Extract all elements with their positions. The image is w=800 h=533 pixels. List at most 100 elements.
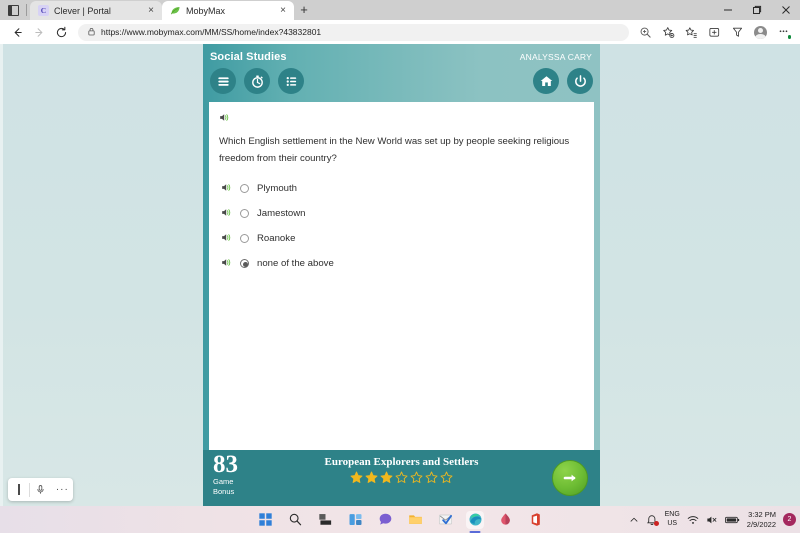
- add-favorite-icon[interactable]: [658, 22, 679, 43]
- question-text: Which English settlement in the New Worl…: [219, 134, 574, 167]
- browser-tool-icons: [635, 22, 794, 43]
- tab-close-button[interactable]: ×: [277, 5, 289, 17]
- file-explorer-icon[interactable]: [406, 511, 424, 529]
- profile-avatar-icon[interactable]: [750, 22, 771, 43]
- clock[interactable]: 3:32 PM 2/9/2022: [747, 510, 776, 529]
- notification-count-badge[interactable]: 2: [783, 513, 796, 526]
- app-header-right-buttons: [533, 68, 593, 94]
- timer-icon[interactable]: [244, 68, 270, 94]
- speaker-icon[interactable]: [221, 230, 232, 248]
- search-icon[interactable]: [286, 511, 304, 529]
- minimize-button[interactable]: [713, 0, 742, 20]
- language-line2: US: [665, 520, 680, 529]
- star-empty-icon: [440, 471, 453, 484]
- tab-list-icon: [8, 5, 19, 16]
- battery-icon[interactable]: [725, 515, 740, 525]
- start-icon[interactable]: [256, 511, 274, 529]
- windows-taskbar: ENG US 3:32 PM 2/9/2022 2: [0, 506, 800, 533]
- browser-tab-clever[interactable]: C Clever | Portal ×: [30, 1, 162, 20]
- system-tray: ENG US 3:32 PM 2/9/2022 2: [629, 506, 796, 533]
- clock-time: 3:32 PM: [747, 510, 776, 520]
- app-subject-title: Social Studies: [210, 51, 287, 63]
- collections-icon[interactable]: [704, 22, 725, 43]
- speaker-icon[interactable]: [221, 180, 232, 198]
- microphone-icon[interactable]: [30, 478, 51, 501]
- app-user-name: ANALYSSA CARY: [520, 52, 592, 62]
- speaker-icon[interactable]: [221, 205, 232, 223]
- language-line1: ENG: [665, 511, 680, 520]
- back-arrow-icon[interactable]: [6, 21, 28, 43]
- app-header: Social Studies ANALYSSA CARY: [203, 44, 600, 102]
- star-filled-icon: [365, 471, 378, 484]
- new-tab-button[interactable]: +: [294, 0, 314, 20]
- list-icon[interactable]: [278, 68, 304, 94]
- wifi-icon[interactable]: [687, 514, 699, 526]
- clever-c-icon: C: [38, 5, 49, 16]
- answer-option-label: Plymouth: [257, 183, 297, 194]
- answer-option-none-of-the-above[interactable]: none of the above: [219, 251, 584, 276]
- answer-options-list: Plymouth Jamestown Roa: [219, 176, 584, 276]
- speaker-icon[interactable]: [221, 255, 232, 273]
- volume-muted-icon[interactable]: [706, 514, 718, 526]
- notification-icon[interactable]: [646, 514, 658, 526]
- radio-button[interactable]: [240, 209, 249, 218]
- tab-title: Clever | Portal: [54, 6, 140, 16]
- clock-date: 2/9/2022: [747, 520, 776, 530]
- browser-tab-mobymax[interactable]: MobyMax ×: [162, 1, 294, 20]
- tab-title: MobyMax: [186, 6, 272, 16]
- mail-icon[interactable]: [436, 511, 454, 529]
- progress-stars: [203, 471, 600, 484]
- office-icon[interactable]: [526, 511, 544, 529]
- app-header-left-buttons: [210, 68, 304, 94]
- next-arrow-button[interactable]: [552, 460, 588, 496]
- star-empty-icon: [410, 471, 423, 484]
- power-icon[interactable]: [567, 68, 593, 94]
- more-options-icon[interactable]: ···: [52, 478, 73, 501]
- widgets-icon[interactable]: [346, 511, 364, 529]
- answer-option-jamestown[interactable]: Jamestown: [219, 201, 584, 226]
- floating-input-toolbar[interactable]: ···: [8, 478, 73, 501]
- star-filled-icon: [350, 471, 363, 484]
- zoom-icon[interactable]: [635, 22, 656, 43]
- text-caret-icon[interactable]: [8, 478, 29, 501]
- split-screen-icon[interactable]: [727, 22, 748, 43]
- answer-option-plymouth[interactable]: Plymouth: [219, 176, 584, 201]
- menu-icon[interactable]: [210, 68, 236, 94]
- answer-option-roanoke[interactable]: Roanoke: [219, 226, 584, 251]
- game-bonus-label-line2: Bonus: [213, 487, 238, 497]
- topic-title: European Explorers and Settlers: [203, 456, 600, 468]
- forward-arrow-icon: [28, 21, 50, 43]
- update-badge-icon: [787, 34, 793, 40]
- chat-icon[interactable]: [376, 511, 394, 529]
- tab-search-button[interactable]: [0, 0, 26, 20]
- web-page-content: Social Studies ANALYSSA CARY: [0, 44, 800, 506]
- tab-close-button[interactable]: ×: [145, 5, 157, 17]
- question-card: Which English settlement in the New Worl…: [209, 102, 594, 450]
- radio-button-selected[interactable]: [240, 259, 249, 268]
- home-icon[interactable]: [533, 68, 559, 94]
- window-controls: [713, 0, 800, 20]
- tab-divider: [26, 4, 27, 16]
- show-hidden-icons-chevron[interactable]: [629, 515, 639, 525]
- edge-icon[interactable]: [466, 511, 484, 529]
- answer-option-label: none of the above: [257, 258, 334, 269]
- close-window-button[interactable]: [771, 0, 800, 20]
- paint-icon[interactable]: [496, 511, 514, 529]
- star-empty-icon: [425, 471, 438, 484]
- task-view-icon[interactable]: [316, 511, 334, 529]
- reload-icon[interactable]: [50, 21, 72, 43]
- browser-toolbar: https://www.mobymax.com/MM/SS/home/index…: [0, 20, 800, 44]
- question-audio-button[interactable]: [219, 110, 584, 128]
- mobymax-app-panel: Social Studies ANALYSSA CARY: [203, 44, 600, 506]
- radio-button[interactable]: [240, 234, 249, 243]
- favorites-icon[interactable]: [681, 22, 702, 43]
- address-bar[interactable]: https://www.mobymax.com/MM/SS/home/index…: [78, 24, 629, 41]
- settings-more-icon[interactable]: [773, 22, 794, 43]
- star-filled-icon: [380, 471, 393, 484]
- answer-option-label: Roanoke: [257, 233, 295, 244]
- browser-tab-strip: C Clever | Portal × MobyMax × +: [0, 0, 800, 20]
- radio-button[interactable]: [240, 184, 249, 193]
- language-indicator[interactable]: ENG US: [665, 511, 680, 528]
- maximize-restore-button[interactable]: [742, 0, 771, 20]
- address-bar-url[interactable]: https://www.mobymax.com/MM/SS/home/index…: [101, 27, 321, 37]
